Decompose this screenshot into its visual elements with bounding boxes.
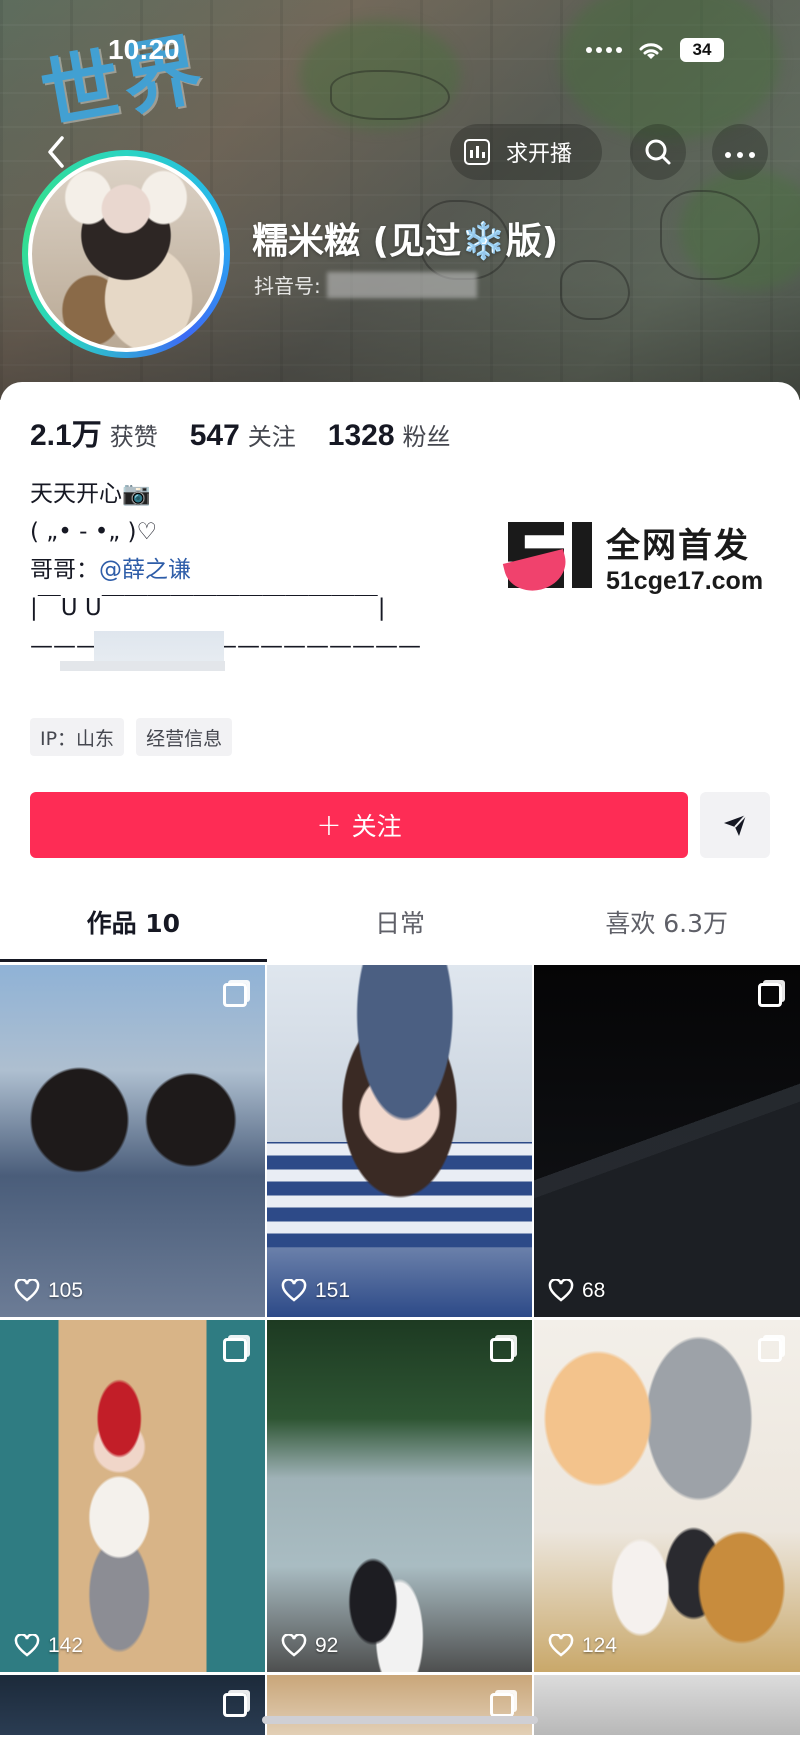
stat-following[interactable]: 547 关注 — [190, 417, 296, 453]
stat-label: 获赞 — [109, 423, 158, 451]
watermark-site: 51cge17.com — [606, 567, 764, 595]
heart-icon — [14, 1279, 40, 1302]
like-count-value: 92 — [315, 1634, 339, 1657]
like-count: 142 — [14, 1634, 83, 1658]
ip-location-tag: IP：山东 — [30, 718, 125, 756]
multi-image-icon — [758, 1338, 782, 1362]
like-count-value: 124 — [582, 1634, 618, 1657]
send-icon — [724, 814, 747, 836]
more-button[interactable] — [712, 124, 768, 180]
video-thumbnail[interactable]: 68 — [534, 965, 800, 1317]
watermark-title: 全网首发 — [606, 526, 750, 566]
heart-icon — [548, 1279, 574, 1302]
signal-icon — [586, 47, 622, 53]
avatar[interactable] — [22, 150, 230, 358]
stat-label: 粉丝 — [402, 423, 451, 451]
banner-decoration: 世界 — [34, 23, 212, 142]
stat-label: 关注 — [247, 423, 296, 451]
request-live-button[interactable]: 求开播 — [450, 124, 603, 180]
follow-button[interactable]: + 关注 — [30, 792, 688, 858]
stat-followers[interactable]: 1328 粉丝 — [328, 417, 451, 453]
video-thumbnail[interactable] — [267, 1675, 532, 1735]
plus-icon: + — [316, 807, 342, 843]
bar-chart-icon — [464, 139, 490, 165]
bio-line: |￣U U￣￣￣￣￣￣￣￣￣￣￣￣| — [30, 595, 386, 621]
video-grid: 105 151 68 142 92 124 — [0, 965, 800, 1735]
profile-bio: 天天开心📷 ( „• - •„ )♡ 哥哥：@薛之谦 |￣U U￣￣￣￣￣￣￣￣… — [30, 475, 421, 671]
back-button[interactable] — [42, 132, 72, 172]
video-thumbnail[interactable]: 142 — [0, 1320, 265, 1672]
multi-image-icon — [758, 983, 782, 1007]
share-button[interactable] — [700, 792, 770, 858]
like-count: 124 — [548, 1634, 617, 1658]
video-thumbnail[interactable] — [534, 1675, 800, 1735]
redacted-area — [60, 661, 225, 671]
profile-nickname: 糯米糍 (见过❄️版) — [252, 221, 559, 262]
heart-icon — [281, 1634, 307, 1657]
51-logo-icon — [502, 522, 594, 597]
like-count-value: 68 — [582, 1279, 606, 1302]
status-icons: 34 — [586, 38, 724, 62]
tab-likes[interactable]: 喜欢 6.3万 — [533, 880, 800, 964]
mention-link[interactable]: @薛之谦 — [99, 557, 191, 583]
douyin-id: 抖音号: — [254, 270, 477, 299]
bio-line: 天天开心📷 — [30, 481, 151, 507]
video-thumbnail[interactable]: 105 — [0, 965, 265, 1317]
search-icon — [645, 139, 671, 165]
watermark-logo: 全网首发 51cge17.com — [502, 518, 764, 597]
bio-line: ————————————————— — [30, 633, 421, 659]
video-thumbnail[interactable]: 151 — [267, 965, 532, 1317]
douyin-id-redacted — [326, 271, 477, 298]
bio-line: 哥哥：@薛之谦 — [30, 551, 421, 589]
request-live-label: 求开播 — [506, 142, 573, 167]
business-info-tag[interactable]: 经营信息 — [136, 718, 233, 756]
heart-icon — [14, 1634, 40, 1657]
more-dots-icon — [722, 143, 758, 162]
tab-daily[interactable]: 日常 — [267, 880, 534, 964]
tab-works[interactable]: 作品 10 — [0, 880, 267, 964]
wifi-icon — [636, 39, 666, 61]
search-button[interactable] — [630, 124, 686, 180]
heart-icon — [281, 1279, 307, 1302]
battery-icon: 34 — [680, 38, 724, 62]
multi-image-icon — [223, 983, 247, 1007]
status-time: 10:20 — [108, 34, 180, 65]
like-count: 105 — [14, 1279, 83, 1303]
multi-image-icon — [223, 1693, 247, 1717]
douyin-id-label: 抖音号: — [254, 274, 321, 298]
video-thumbnail[interactable] — [0, 1675, 265, 1735]
content-tabs: 作品 10 日常 喜欢 6.3万 — [0, 880, 800, 964]
video-thumbnail[interactable]: 124 — [534, 1320, 800, 1672]
profile-stats: 2.1万 获赞 547 关注 1328 粉丝 — [30, 410, 483, 454]
multi-image-icon — [490, 1338, 514, 1362]
home-indicator[interactable] — [262, 1716, 538, 1724]
heart-icon — [548, 1634, 574, 1657]
like-count: 92 — [281, 1634, 338, 1658]
multi-image-icon — [223, 1338, 247, 1362]
like-count: 68 — [548, 1279, 605, 1303]
stat-value: 1328 — [327, 419, 395, 452]
stat-value: 2.1万 — [30, 419, 102, 452]
avatar-image — [28, 156, 224, 352]
stat-value: 547 — [189, 419, 240, 452]
bio-line: ( „• - •„ )♡ — [30, 519, 158, 545]
stat-likes[interactable]: 2.1万 获赞 — [30, 410, 158, 454]
bio-prefix: 哥哥： — [30, 557, 99, 583]
video-thumbnail[interactable]: 92 — [267, 1320, 532, 1672]
like-count: 151 — [281, 1279, 350, 1303]
multi-image-icon — [490, 1693, 514, 1717]
back-arrow-icon — [48, 136, 64, 168]
like-count-value: 105 — [48, 1279, 84, 1302]
follow-label: 关注 — [351, 812, 402, 841]
profile-tags: IP：山东 经营信息 — [30, 718, 233, 756]
like-count-value: 142 — [48, 1634, 84, 1657]
like-count-value: 151 — [315, 1279, 351, 1302]
